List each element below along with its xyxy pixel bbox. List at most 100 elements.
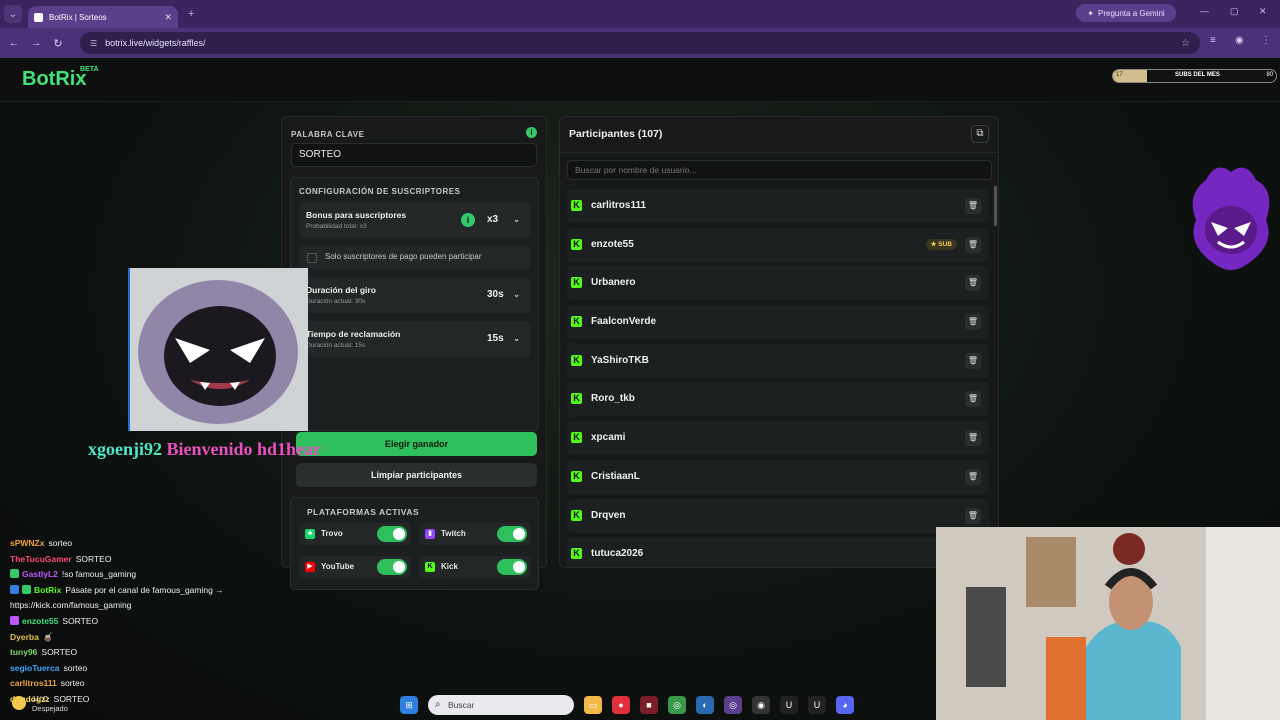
delete-icon[interactable]: 🗑 xyxy=(965,352,981,369)
active-platforms-title: PLATAFORMAS ACTIVAS xyxy=(307,507,420,517)
keyword-input[interactable]: SORTEO xyxy=(291,143,537,167)
paid-only-row[interactable]: Solo suscriptores de pago pueden partici… xyxy=(299,245,531,269)
bonus-info-icon[interactable]: i xyxy=(461,213,475,227)
delete-icon[interactable]: 🗑 xyxy=(965,468,981,485)
discord-icon[interactable]: ◕ xyxy=(836,696,854,714)
participant-name: YaShiroTKB xyxy=(591,354,649,366)
bookmark-star-icon[interactable]: ☆ xyxy=(1181,38,1190,49)
paid-only-checkbox[interactable] xyxy=(307,253,317,263)
copy-icon[interactable]: ⧉ xyxy=(971,125,989,143)
chat-text: Pásate por el canal de famous_gaming → xyxy=(65,584,224,595)
spin-duration-select[interactable]: 30s ⌄ xyxy=(481,286,525,304)
sub-badge: ★ SUB xyxy=(925,238,957,250)
participant-row: Kxpcami 🗑 xyxy=(567,421,989,456)
delete-icon[interactable]: 🗑 xyxy=(965,507,981,524)
botrix-logo[interactable]: BotRix xyxy=(22,68,86,91)
unreal-icon[interactable]: U xyxy=(780,696,798,714)
moon-icon xyxy=(12,696,26,710)
badge-icon xyxy=(10,615,19,625)
chat-user: GastlyL2 xyxy=(22,569,58,580)
start-icon[interactable]: ⊞ xyxy=(400,696,418,714)
delete-icon[interactable]: 🗑 xyxy=(965,198,981,214)
chat-text: SORTEO xyxy=(62,615,99,626)
chat-text: !so famous_gaming xyxy=(61,569,137,580)
botrix-favicon-icon xyxy=(34,12,43,22)
platform-name: Kick xyxy=(441,562,458,571)
subs-left-value: 17 xyxy=(1116,72,1123,78)
reload-icon[interactable]: ↻ xyxy=(50,37,66,50)
unreal-icon-2[interactable]: U xyxy=(808,696,826,714)
file-explorer-icon[interactable]: ▭ xyxy=(584,696,602,714)
chevron-down-icon: ⌄ xyxy=(513,334,520,343)
forward-icon[interactable]: → xyxy=(28,37,44,49)
pick-winner-button[interactable]: Elegir ganador xyxy=(296,432,537,456)
bonus-value: x3 xyxy=(487,214,499,225)
bonus-title: Bonus para suscriptores xyxy=(306,210,407,220)
delete-icon[interactable]: 🗑 xyxy=(965,275,981,292)
profile-avatar-icon[interactable]: ◉ xyxy=(1235,35,1244,46)
delete-icon[interactable]: 🗑 xyxy=(965,236,981,253)
claim-time-subtitle: Duración actual: 15s xyxy=(306,342,366,349)
twitch-toggle[interactable] xyxy=(497,526,527,542)
delete-icon[interactable]: 🗑 xyxy=(965,314,981,331)
tab-search-icon[interactable]: ⌄ xyxy=(4,5,22,23)
chrome-profile-icon[interactable]: ◎ xyxy=(724,696,742,714)
chat-text: 🧉 xyxy=(42,631,54,642)
chrome-icon[interactable]: ◎ xyxy=(668,696,686,714)
delete-icon[interactable]: 🗑 xyxy=(965,430,981,447)
edge-icon[interactable]: ◐ xyxy=(696,696,714,714)
youtube-toggle[interactable] xyxy=(377,559,407,575)
kick-icon: K xyxy=(571,354,582,366)
address-bar[interactable]: ☰ botrix.live/widgets/raffles/ ☆ xyxy=(80,32,1200,54)
back-icon[interactable]: ← xyxy=(6,37,22,49)
maximize-icon[interactable]: ▢ xyxy=(1230,6,1239,17)
participant-search-input[interactable]: Buscar por nombre de usuario... xyxy=(567,160,992,180)
taskbar-search[interactable]: Buscar xyxy=(428,695,574,715)
chat-text: sorteo xyxy=(48,538,73,548)
divider xyxy=(560,152,998,153)
chat-text: SORTEO xyxy=(75,553,112,564)
chat-text: https://kick.com/famous_gaming xyxy=(10,600,132,611)
browser-tab[interactable]: BotRix | Sorteos ✕ xyxy=(28,6,178,28)
kick-icon: K xyxy=(571,509,582,521)
media-player-icon[interactable]: ● xyxy=(612,696,630,714)
participant-name: tutuca2026 xyxy=(591,548,644,560)
gemini-sparkle-icon: ✦ xyxy=(1087,8,1094,18)
new-tab-icon[interactable]: + xyxy=(188,8,194,20)
participant-name: carlitros111 xyxy=(591,200,647,211)
site-info-icon[interactable]: ☰ xyxy=(90,39,97,48)
minimize-icon[interactable]: — xyxy=(1200,6,1209,16)
info-icon[interactable]: i xyxy=(526,127,537,138)
claim-time-select[interactable]: 15s ⌄ xyxy=(481,330,525,348)
participant-name: FaalconVerde xyxy=(591,316,657,328)
youtube-icon: ▶ xyxy=(305,562,315,572)
kick-icon: K xyxy=(571,548,582,560)
chat-message: TheTucuGamer SORTEO xyxy=(10,552,260,568)
kick-toggle[interactable] xyxy=(497,559,527,575)
participant-row: K Urbanero 🗑 xyxy=(567,266,989,301)
bonus-row: Bonus para suscriptores Probabilidad tot… xyxy=(299,202,531,238)
obs-icon[interactable]: ◉ xyxy=(752,696,770,714)
delete-icon[interactable]: 🗑 xyxy=(965,391,981,408)
clear-participants-button[interactable]: Limpiar participantes xyxy=(296,463,537,487)
reading-list-icon[interactable]: ≡ xyxy=(1210,35,1216,46)
participants-scrollbar[interactable] xyxy=(994,186,997,226)
bonus-select[interactable]: x3 ⌄ xyxy=(481,211,525,229)
chat-text: SORTEO xyxy=(53,693,90,704)
participant-name: Urbanero xyxy=(591,277,636,289)
badge-icon xyxy=(10,584,19,594)
tab-close-icon[interactable]: ✕ xyxy=(164,12,172,23)
chat-user: segioTuerca xyxy=(10,662,60,673)
gemini-button[interactable]: ✦ Pregunta a Gemini xyxy=(1076,4,1176,22)
chat-message: enzote55 SORTEO xyxy=(10,614,260,630)
weather-text: Despejado xyxy=(32,704,68,713)
chat-user: carlitros111 xyxy=(10,678,57,689)
trovo-toggle[interactable] xyxy=(377,526,407,542)
platform-youtube: ▶ YouTube xyxy=(299,556,411,578)
subs-label: SUBS DEL MES xyxy=(1175,72,1220,78)
browser-menu-icon[interactable]: ⋮ xyxy=(1261,35,1271,46)
window-close-icon[interactable]: ✕ xyxy=(1259,6,1267,17)
kick-icon: K xyxy=(571,393,582,405)
app-icon[interactable]: ■ xyxy=(640,696,658,714)
chat-message: BotRix Pásate por el canal de famous_gami… xyxy=(10,583,260,599)
